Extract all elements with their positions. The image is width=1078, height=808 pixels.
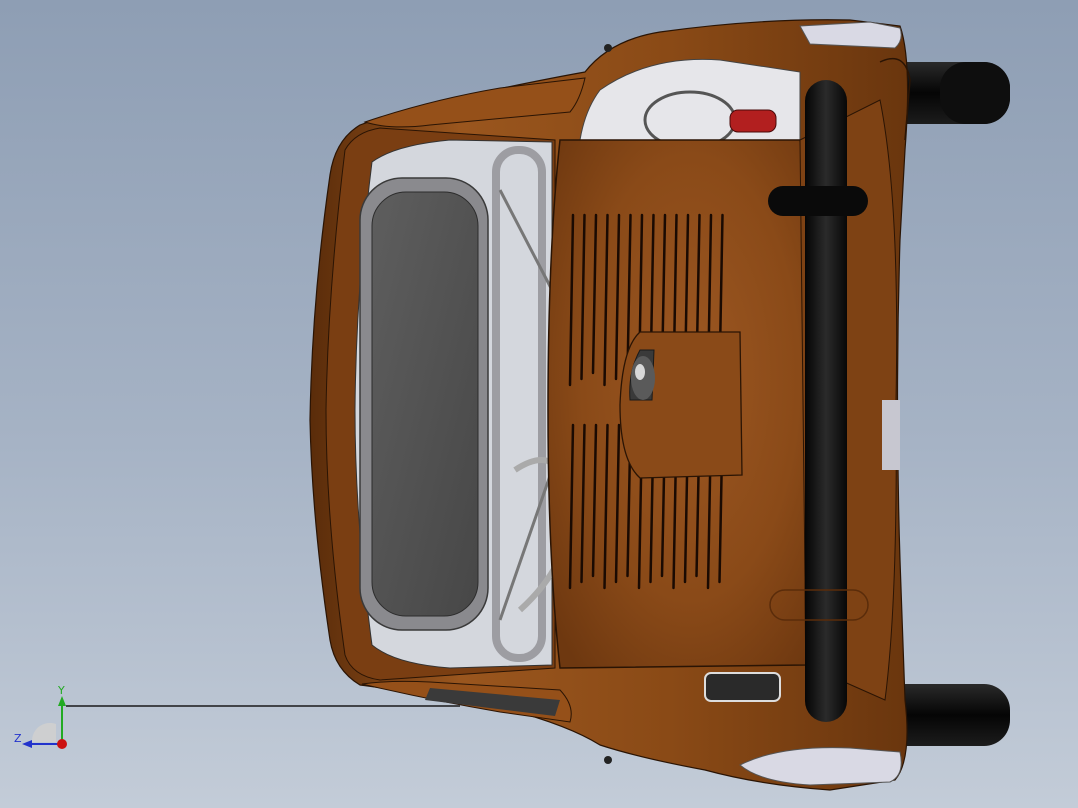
coordinate-triad: Y Z	[12, 684, 82, 756]
side-light-strip	[882, 400, 900, 470]
bottom-light	[704, 672, 781, 702]
bumper-bar	[805, 80, 847, 722]
window-glass	[371, 191, 479, 617]
antenna-bottom	[604, 756, 612, 764]
triad-graphic	[22, 696, 67, 749]
front-trim-top	[799, 21, 902, 49]
car-model[interactable]	[0, 0, 1078, 808]
triad-y-label: Y	[58, 684, 65, 697]
tail-light	[729, 109, 777, 133]
antenna-top	[604, 44, 612, 52]
graphics-viewport[interactable]: Y Z	[0, 0, 1078, 808]
bumper-clamp-top	[768, 186, 868, 216]
x-axis-dot	[57, 739, 67, 749]
triad-z-label: Z	[14, 732, 22, 745]
